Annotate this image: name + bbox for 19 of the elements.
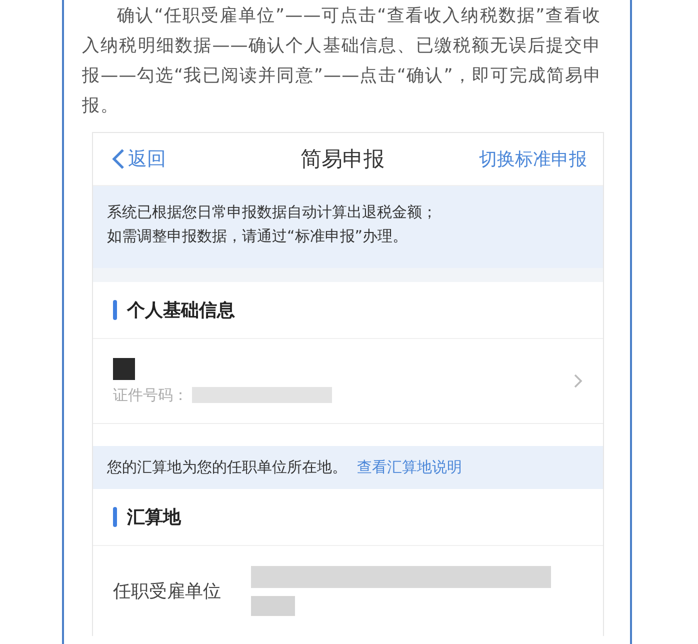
redacted-name <box>113 358 135 380</box>
screen-title: 简易申报 <box>300 146 384 173</box>
article-paragraph: 确认“任职受雇单位”——可点击“查看收入纳税数据”查看收入纳税明细数据——确认个人基础信息、已缴税额无误后提交申报——勾选“我已阅读并同意”——点击“确认”，即可完成简易申报。 <box>81 5 604 118</box>
id-label: 证件号码： <box>113 386 188 404</box>
section-title: 个人基础信息 <box>127 299 235 322</box>
notice-text: 您的汇算地为您的任职单位所在地。 <box>107 458 347 477</box>
section-title: 汇算地 <box>127 506 181 529</box>
chevron-right-icon <box>573 373 583 389</box>
identity-row[interactable]: 证件号码： <box>93 339 603 424</box>
switch-link[interactable]: 切换标准申报 <box>479 147 587 171</box>
notice-link[interactable]: 查看汇算地说明 <box>357 458 462 477</box>
section-marker <box>113 507 117 527</box>
field-label: 任职受雇单位 <box>113 580 221 603</box>
employer-row[interactable]: 任职受雇单位 <box>93 546 603 636</box>
section-marker <box>113 300 117 320</box>
back-button[interactable]: 返回 <box>111 146 166 172</box>
back-icon <box>111 148 125 170</box>
notice-text: 如需调整申报数据，请通过“标准申报”办理。 <box>107 226 409 247</box>
notice-text: 系统已根据您日常申报数据自动计算出退税金额； <box>107 202 438 223</box>
